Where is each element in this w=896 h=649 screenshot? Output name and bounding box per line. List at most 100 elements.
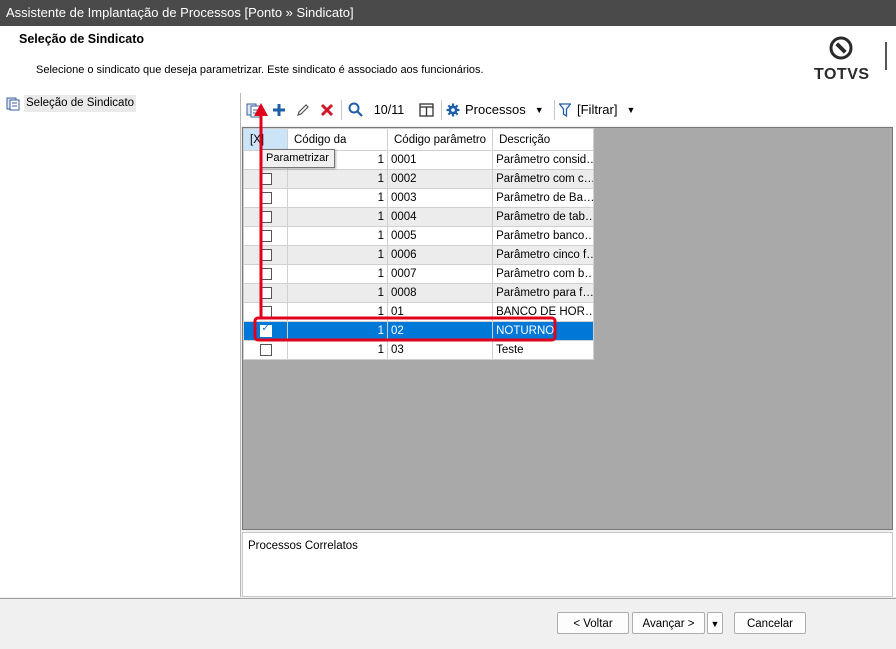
toolbar-separator: [341, 100, 342, 120]
chevron-down-icon: ▼: [626, 104, 636, 115]
parametrize-icon: [246, 103, 261, 117]
add-button[interactable]: [269, 93, 289, 126]
cell-descricao: Parâmetro banco…: [492, 226, 595, 246]
totvs-logo: TOTVS: [814, 36, 870, 86]
row-checkbox[interactable]: [259, 305, 272, 318]
gear-icon: [446, 103, 460, 116]
toolbar-separator: [554, 100, 555, 120]
filter-icon: [559, 102, 571, 117]
record-counter: 10/11: [373, 102, 405, 117]
row-checkbox-cell[interactable]: [243, 321, 288, 341]
edit-button[interactable]: [293, 93, 313, 126]
cell-descricao: Parâmetro cinco f…: [492, 245, 595, 265]
cell-codigo: 1: [287, 226, 388, 246]
row-checkbox[interactable]: [259, 210, 272, 223]
columns-icon: [418, 102, 434, 117]
grid-toolbar: 10/11 Processos ▼ [Filtrar] ▼: [241, 93, 896, 126]
cell-parametro: 0001: [386, 150, 494, 170]
edit-icon: [297, 103, 309, 116]
cell-parametro: 0002: [386, 169, 494, 189]
row-checkbox[interactable]: [259, 286, 272, 299]
cell-parametro: 0006: [386, 245, 494, 265]
cell-codigo: 1: [287, 264, 388, 284]
cell-descricao: Teste: [492, 340, 595, 360]
row-checkbox[interactable]: [259, 267, 272, 280]
table-row[interactable]: 1 0002 Parâmetro com c…: [243, 169, 595, 189]
cell-parametro: 0004: [386, 207, 494, 227]
table-row[interactable]: 1 0004 Parâmetro de tab…: [243, 207, 595, 227]
add-icon: [273, 103, 285, 116]
row-checkbox[interactable]: [259, 172, 272, 185]
cell-codigo: 1: [287, 302, 388, 322]
column-header-parametro[interactable]: Código parâmetro: [386, 128, 494, 151]
tree-item-selecao-sindicato[interactable]: Seleção de Sindicato: [6, 95, 137, 112]
cell-codigo: 1: [287, 169, 388, 189]
row-checkbox-cell[interactable]: [243, 207, 288, 227]
parametrize-tooltip: Parametrizar: [260, 149, 335, 168]
cell-descricao: BANCO DE HOR…: [492, 302, 595, 322]
table-row[interactable]: 1 03 Teste: [243, 340, 595, 360]
row-checkbox[interactable]: [259, 229, 272, 242]
cell-parametro: 0007: [386, 264, 494, 284]
cell-codigo: 1: [287, 207, 388, 227]
totvs-logo-icon: [829, 36, 853, 60]
table-row[interactable]: 1 0008 Parâmetro para f…: [243, 283, 595, 303]
row-checkbox-cell[interactable]: [243, 245, 288, 265]
row-checkbox-cell[interactable]: [243, 340, 288, 360]
cell-parametro: 0008: [386, 283, 494, 303]
row-checkbox[interactable]: [259, 191, 272, 204]
next-button[interactable]: Avançar >: [632, 612, 705, 634]
cell-descricao: Parâmetro de tab…: [492, 207, 595, 227]
processes-dropdown[interactable]: Processos ▼: [446, 93, 550, 126]
steps-tree: Seleção de Sindicato: [0, 93, 241, 597]
row-checkbox-cell[interactable]: [243, 302, 288, 322]
table-row[interactable]: 1 0007 Parâmetro com b…: [243, 264, 595, 284]
cell-descricao: Parâmetro de Ba…: [492, 188, 595, 208]
row-checkbox[interactable]: [259, 323, 272, 337]
column-header-codigo[interactable]: Código da: [287, 128, 388, 151]
cell-codigo: 1: [287, 245, 388, 265]
cell-parametro: 0003: [386, 188, 494, 208]
table-row[interactable]: 1 0006 Parâmetro cinco f…: [243, 245, 595, 265]
window-title: Assistente de Implantação de Processos […: [6, 5, 354, 20]
column-header-select-all[interactable]: [X]: [243, 128, 288, 151]
cell-descricao: Parâmetro consid…: [492, 150, 595, 170]
row-checkbox-cell[interactable]: [243, 226, 288, 246]
back-button[interactable]: < Voltar: [557, 612, 629, 634]
next-dropdown-button[interactable]: ▼: [707, 612, 723, 634]
row-checkbox[interactable]: [259, 343, 272, 356]
cell-codigo: 1: [287, 321, 388, 341]
row-checkbox-cell[interactable]: [243, 169, 288, 189]
toolbar-separator: [441, 100, 442, 120]
row-checkbox-cell[interactable]: [243, 188, 288, 208]
cell-descricao: Parâmetro com b…: [492, 264, 595, 284]
table-row[interactable]: 1 0005 Parâmetro banco…: [243, 226, 595, 246]
table-row[interactable]: 1 01 BANCO DE HOR…: [243, 302, 595, 322]
row-checkbox[interactable]: [259, 248, 272, 261]
processes-label: Processos: [465, 102, 526, 117]
cell-parametro: 01: [386, 302, 494, 322]
cell-descricao: Parâmetro para f…: [492, 283, 595, 303]
cell-descricao: Parâmetro com c…: [492, 169, 595, 189]
filter-label: [Filtrar]: [577, 102, 618, 117]
logo-text: TOTVS: [814, 66, 870, 83]
column-header-descricao[interactable]: Descrição: [492, 128, 595, 151]
chevron-down-icon: ▼: [710, 619, 720, 629]
related-processes-label: Processos Correlatos: [248, 540, 358, 552]
filter-dropdown[interactable]: [Filtrar] ▼: [559, 93, 649, 126]
cancel-button[interactable]: Cancelar: [734, 612, 806, 634]
parametrize-button[interactable]: [243, 93, 265, 126]
cell-codigo: 1: [287, 283, 388, 303]
delete-button[interactable]: [317, 93, 337, 126]
columns-button[interactable]: [416, 93, 436, 126]
row-checkbox-cell[interactable]: [243, 264, 288, 284]
cell-parametro: 0005: [386, 226, 494, 246]
wizard-step-icon: [6, 97, 20, 110]
search-button[interactable]: [345, 93, 365, 126]
header-scroll-indicator: [885, 42, 887, 70]
table-row[interactable]: 1 0003 Parâmetro de Ba…: [243, 188, 595, 208]
row-checkbox-cell[interactable]: [243, 283, 288, 303]
data-grid-area: [X] Código da Código parâmetro Descrição…: [242, 127, 893, 530]
table-row[interactable]: 102NOTURNO: [243, 321, 595, 341]
page-title: Seleção de Sindicato: [19, 32, 145, 46]
